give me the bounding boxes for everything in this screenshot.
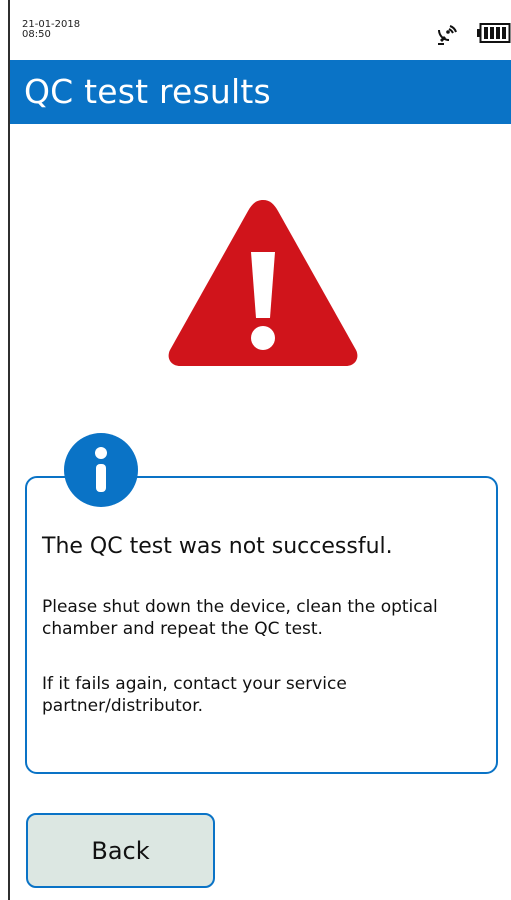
warning-triangle-icon bbox=[168, 200, 358, 366]
datetime: 21-01-2018 08:50 bbox=[22, 20, 80, 40]
satellite-signal-icon bbox=[438, 25, 457, 45]
info-paragraph: Please shut down the device, clean the o… bbox=[42, 597, 438, 639]
status-bar: 21-01-2018 08:50 bbox=[10, 0, 511, 60]
info-heading: The QC test was not successful. bbox=[42, 534, 393, 559]
page-title: QC test results bbox=[24, 72, 271, 111]
info-card: The QC test was not successful. Please s… bbox=[25, 476, 498, 774]
info-icon bbox=[64, 433, 138, 507]
info-paragraph: If it fails again, contact your service … bbox=[42, 674, 347, 716]
battery-full-icon bbox=[477, 23, 511, 43]
back-button-label: Back bbox=[91, 836, 150, 865]
time-text: 08:50 bbox=[22, 29, 51, 40]
page-header: QC test results bbox=[10, 60, 511, 124]
left-border bbox=[8, 0, 10, 900]
back-button[interactable]: Back bbox=[26, 813, 215, 888]
